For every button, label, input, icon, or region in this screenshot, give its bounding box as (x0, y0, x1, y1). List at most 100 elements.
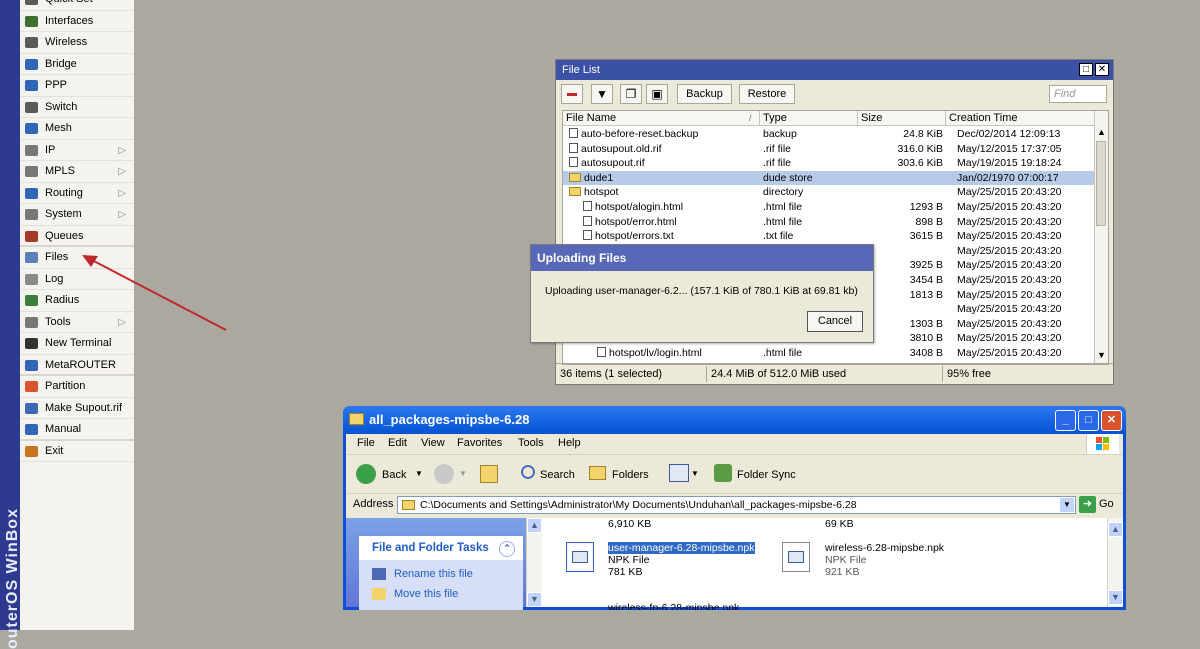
npk-file-icon[interactable] (782, 542, 810, 572)
task-pane-scrollbar[interactable]: ▲ ▼ (526, 518, 542, 607)
menu-item-mesh[interactable]: Mesh (20, 118, 134, 140)
menu-help[interactable]: Help (558, 437, 581, 449)
address-dropdown-icon[interactable]: ▼ (1060, 498, 1074, 512)
search-icon (521, 465, 535, 479)
scroll-down-icon[interactable]: ▼ (1097, 350, 1106, 360)
maximize-button[interactable]: □ (1078, 410, 1099, 431)
file-item[interactable]: wireless-6.28-mipsbe.npk NPK File 921 KB (825, 542, 944, 578)
up-folder-icon[interactable] (480, 465, 498, 483)
column-size[interactable]: Size (858, 111, 946, 125)
folder-sync-button[interactable]: Folder Sync (737, 469, 796, 481)
column-file-name[interactable]: File Name (563, 111, 760, 125)
explorer-window: all_packages-mipsbe-6.28 _ □ ✕ File Edit… (343, 406, 1126, 610)
go-button[interactable]: Go (1099, 498, 1114, 510)
search-button[interactable]: Search (540, 469, 575, 481)
backup-button[interactable]: Backup (677, 84, 732, 104)
file-row[interactable]: hotspot/errors.txt .txt file 3615 B May/25/… (563, 229, 1097, 244)
menu-item-wireless[interactable]: Wireless (20, 32, 134, 54)
remove-button[interactable] (561, 84, 583, 104)
menu-tools[interactable]: Tools (518, 437, 544, 449)
file-table-header: File Name Type Size Creation Time / ▼ (563, 111, 1108, 126)
address-input[interactable]: C:\Documents and Settings\Administrator\… (397, 496, 1076, 514)
menu-item-ip[interactable]: IP ▷ (20, 140, 134, 161)
file-name-cell: hotspot/alogin.html (583, 200, 759, 214)
file-row[interactable]: hotspot/alogin.html .html file 1293 B May/2… (563, 200, 1097, 215)
menu-item-manual[interactable]: Manual (20, 419, 134, 441)
selected-file-item[interactable]: user-manager-6.28-mipsbe.npk NPK File 78… (608, 542, 755, 578)
back-dropdown-icon[interactable]: ▼ (415, 469, 423, 478)
filter-button[interactable]: ▼ (591, 84, 613, 104)
scroll-up-icon[interactable]: ▲ (1097, 127, 1106, 137)
menu-item-bridge[interactable]: Bridge (20, 54, 134, 75)
menu-item-make-supout-rif[interactable]: Make Supout.rif (20, 398, 134, 419)
explorer-body: File Edit View Favorites Tools Help Back… (346, 434, 1123, 610)
menu-item-label: Queues (45, 229, 84, 242)
scroll-down-icon[interactable]: ▼ (527, 592, 542, 607)
minimize-button[interactable]: _ (1055, 410, 1076, 431)
cancel-upload-button[interactable]: Cancel (807, 311, 863, 332)
menu-item-exit[interactable]: Exit (20, 441, 134, 462)
menu-item-quick-set[interactable]: Quick Set (20, 0, 134, 11)
menu-favorites[interactable]: Favorites (457, 437, 502, 449)
column-creation-time[interactable]: Creation Time (946, 111, 1097, 125)
collapse-chevron-icon[interactable]: ⌃ (499, 541, 515, 557)
file-name-cell: autosupout.old.rif (569, 142, 759, 156)
file-row[interactable]: autosupout.old.rif .rif file 316.0 KiB May/… (563, 142, 1097, 157)
file-name: autosupout.old.rif (581, 142, 662, 155)
restore-button[interactable]: Restore (739, 84, 795, 104)
file-table-scrollbar[interactable]: ▲ ▼ (1094, 111, 1108, 364)
maximize-button[interactable]: □ (1079, 63, 1093, 76)
menu-file[interactable]: File (357, 437, 375, 449)
move-file-link[interactable]: Move this file (394, 588, 458, 600)
menu-item-partition[interactable]: Partition (20, 376, 134, 398)
folders-button[interactable]: Folders (612, 469, 649, 481)
menu-view[interactable]: View (421, 437, 445, 449)
menu-edit[interactable]: Edit (388, 437, 407, 449)
column-type[interactable]: Type (760, 111, 858, 125)
file-name[interactable]: wireless-fp-6.28-mipsbe.npk (608, 602, 739, 610)
menu-item-queues[interactable]: Queues (20, 226, 134, 247)
menu-item-system[interactable]: System ▷ (20, 204, 134, 226)
close-button[interactable]: ✕ (1101, 410, 1122, 431)
menu-item-routing[interactable]: Routing ▷ (20, 183, 134, 204)
views-icon[interactable] (669, 464, 689, 482)
windows-logo-icon (1086, 434, 1119, 454)
file-icon (597, 347, 606, 357)
menu-item-interfaces[interactable]: Interfaces (20, 11, 134, 32)
uploading-dialog-title: Uploading Files (531, 245, 873, 271)
views-dropdown-icon[interactable]: ▼ (691, 469, 699, 478)
file-view-scrollbar[interactable]: ▲ ▼ (1107, 518, 1123, 607)
rename-file-link[interactable]: Rename this file (394, 568, 473, 580)
minus-icon (567, 93, 577, 97)
menu-item-new-terminal[interactable]: New Terminal (20, 333, 134, 355)
npk-file-icon[interactable] (566, 542, 594, 572)
menu-item-ppp[interactable]: PPP (20, 75, 134, 97)
copy-button[interactable]: ❐ (620, 84, 642, 104)
forward-dropdown-icon: ▼ (459, 469, 467, 478)
file-row[interactable]: autosupout.rif .rif file 303.6 KiB May/19/2… (563, 156, 1097, 171)
file-row[interactable]: hotspot/error.html .html file 898 B May/25/… (563, 215, 1097, 230)
tasks-panel-header[interactable]: File and Folder Tasks ⌃ (359, 536, 523, 560)
menu-item-mpls[interactable]: MPLS ▷ (20, 161, 134, 183)
back-button[interactable]: Back (382, 469, 406, 481)
file-row[interactable]: hotspot directory May/25/2015 20:43:20 (563, 185, 1097, 200)
back-arrow-icon[interactable] (356, 464, 376, 484)
menu-item-metarouter[interactable]: MetaROUTER (20, 355, 134, 376)
file-row[interactable]: dude1 dude store Jan/02/1970 07:00:17 (563, 170, 1097, 186)
menu-item-switch[interactable]: Switch (20, 97, 134, 118)
scroll-up-icon[interactable]: ▲ (1108, 522, 1123, 537)
scroll-down-icon[interactable]: ▼ (1108, 590, 1123, 605)
scroll-up-icon[interactable]: ▲ (527, 518, 542, 533)
file-name: user-manager-6.28-mipsbe.npk (608, 542, 755, 554)
paste-button[interactable]: ▣ (646, 84, 668, 104)
file-row[interactable]: auto-before-reset.backup backup 24.8 KiB De… (563, 127, 1097, 142)
find-input[interactable]: Find (1049, 85, 1107, 103)
scroll-thumb[interactable] (1096, 141, 1106, 226)
forward-arrow-icon[interactable] (434, 464, 454, 484)
menu-item-label: Mesh (45, 122, 72, 134)
file-row[interactable]: hotspot/lv/login.html .html file 3408 B May… (563, 346, 1097, 361)
file-type: NPK File (825, 554, 867, 566)
filter-icon: ▼ (596, 87, 608, 101)
close-button[interactable]: ✕ (1095, 63, 1109, 76)
go-arrow-icon[interactable]: ➜ (1079, 496, 1096, 513)
